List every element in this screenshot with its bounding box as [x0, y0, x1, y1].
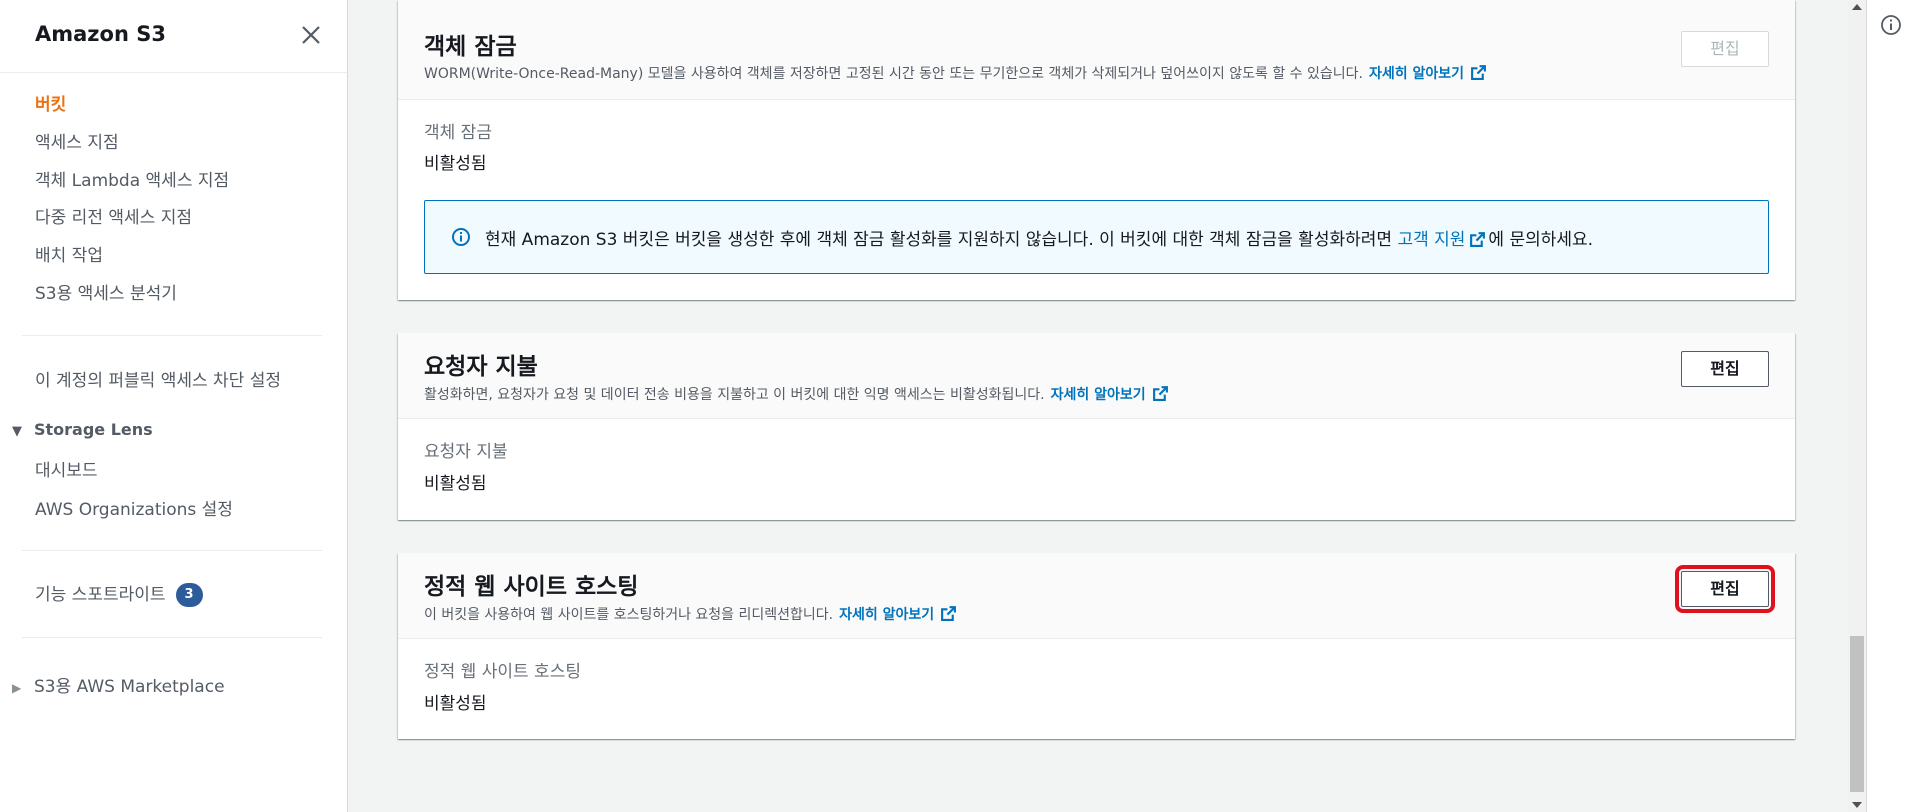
panel-title: 정적 웹 사이트 호스팅: [424, 574, 639, 600]
external-link-icon[interactable]: [940, 605, 957, 622]
notification-badge: 3: [175, 583, 203, 607]
requester-pays-edit-button[interactable]: 편집: [1681, 351, 1769, 387]
panel-title: 객체 잠금: [424, 34, 517, 60]
close-icon[interactable]: [296, 20, 326, 50]
field-value: 비활성됨: [424, 154, 487, 174]
info-text: 현재 Amazon S3 버킷은 버킷을 생성한 후에 객체 잠금 활성화를 지…: [485, 225, 1593, 250]
panel-header: 요청자 지불 활성화하면, 요청자가 요청 및 데이터 전송 비용을 지불하고 …: [398, 333, 1795, 419]
field-label: 요청자 지불: [424, 442, 508, 462]
learn-more-link[interactable]: 자세히 알아보기: [1051, 387, 1146, 403]
static-website-hosting-edit-button[interactable]: 편집: [1675, 565, 1775, 613]
info-icon[interactable]: [1880, 14, 1902, 36]
panel-header: 객체 잠금 WORM(Write-Once-Read-Many) 모델을 사용하…: [398, 0, 1795, 100]
sidebar-item-buckets[interactable]: 버킷: [35, 90, 66, 115]
sidebar-divider: [22, 550, 322, 551]
sidebar-item-dashboards[interactable]: 대시보드: [35, 456, 98, 481]
info-text-prefix: 현재 Amazon S3 버킷은 버킷을 생성한 후에 객체 잠금 활성화를 지…: [485, 230, 1393, 250]
sidebar-item-feature-spotlight[interactable]: 기능 스포트라이트 3: [35, 580, 203, 607]
description-text: WORM(Write-Once-Read-Many) 모델을 사용하여 객체를 …: [424, 66, 1363, 82]
panel-description: 활성화하면, 요청자가 요청 및 데이터 전송 비용을 지불하고 이 버킷에 대…: [424, 384, 1169, 404]
sidebar-section-marketplace[interactable]: ▶ S3용 AWS Marketplace: [12, 672, 225, 697]
sidebar-item-batch-operations[interactable]: 배치 작업: [35, 241, 103, 266]
info-text-suffix: 에 문의하세요.: [1488, 230, 1594, 250]
customer-support-link[interactable]: 고객 지원: [1397, 230, 1465, 250]
caret-right-icon: ▶: [12, 681, 22, 695]
external-link-icon[interactable]: [1152, 385, 1169, 402]
sidebar-item-aws-organizations-settings[interactable]: AWS Organizations 설정: [35, 495, 233, 520]
requester-pays-panel: 요청자 지불 활성화하면, 요청자가 요청 및 데이터 전송 비용을 지불하고 …: [398, 333, 1795, 520]
sidebar-title: Amazon S3: [35, 22, 166, 46]
sidebar-divider: [22, 335, 322, 336]
panel-description: WORM(Write-Once-Read-Many) 모델을 사용하여 객체를 …: [424, 63, 1487, 83]
object-lock-edit-button[interactable]: 편집: [1681, 31, 1769, 67]
sidebar-item-access-analyzer[interactable]: S3용 액세스 분석기: [35, 279, 177, 304]
external-link-icon[interactable]: [1470, 64, 1487, 81]
field-label: 객체 잠금: [424, 123, 492, 143]
sidebar-item-block-public-access[interactable]: 이 계정의 퍼블릭 액세스 차단 설정: [35, 366, 281, 391]
feature-spotlight-label: 기능 스포트라이트: [35, 585, 166, 605]
learn-more-link[interactable]: 자세히 알아보기: [839, 607, 934, 623]
field-value: 비활성됨: [424, 694, 487, 714]
info-icon: [452, 228, 470, 246]
sidebar-item-multi-region-access-points[interactable]: 다중 리전 액세스 지점: [35, 203, 192, 228]
scroll-up-icon[interactable]: [1852, 4, 1862, 10]
description-text: 활성화하면, 요청자가 요청 및 데이터 전송 비용을 지불하고 이 버킷에 대…: [424, 387, 1045, 403]
panel-header: 정적 웹 사이트 호스팅 이 버킷을 사용하여 웹 사이트를 호스팅하거나 요청…: [398, 553, 1795, 639]
description-text: 이 버킷을 사용하여 웹 사이트를 호스팅하거나 요청을 리디렉션합니다.: [424, 607, 834, 623]
external-link-icon[interactable]: [1469, 231, 1486, 248]
field-label: 정적 웹 사이트 호스팅: [424, 662, 581, 682]
caret-down-icon: ▼: [12, 424, 22, 439]
vertical-scrollbar[interactable]: [1848, 0, 1866, 812]
static-website-hosting-panel: 정적 웹 사이트 호스팅 이 버킷을 사용하여 웹 사이트를 호스팅하거나 요청…: [398, 553, 1795, 739]
info-alert: 현재 Amazon S3 버킷은 버킷을 생성한 후에 객체 잠금 활성화를 지…: [424, 200, 1769, 274]
sidebar-divider: [22, 637, 322, 638]
panel-description: 이 버킷을 사용하여 웹 사이트를 호스팅하거나 요청을 리디렉션합니다. 자세히…: [424, 604, 957, 624]
scroll-thumb[interactable]: [1850, 636, 1864, 792]
sidebar: Amazon S3 버킷 액세스 지점 객체 Lambda 액세스 지점 다중 …: [0, 0, 348, 812]
scroll-down-icon[interactable]: [1852, 802, 1862, 808]
object-lock-panel: 객체 잠금 WORM(Write-Once-Read-Many) 모델을 사용하…: [398, 0, 1795, 300]
marketplace-label: S3용 AWS Marketplace: [34, 677, 225, 697]
storage-lens-label: Storage Lens: [34, 420, 153, 439]
sidebar-item-object-lambda-access-points[interactable]: 객체 Lambda 액세스 지점: [35, 166, 229, 191]
sidebar-header: Amazon S3: [0, 0, 347, 73]
help-panel-rail: [1866, 0, 1915, 812]
sidebar-item-access-points[interactable]: 액세스 지점: [35, 128, 119, 153]
learn-more-link[interactable]: 자세히 알아보기: [1369, 66, 1464, 82]
sidebar-section-storage-lens[interactable]: ▼ Storage Lens: [12, 420, 153, 439]
field-value: 비활성됨: [424, 474, 487, 494]
panel-title: 요청자 지불: [424, 354, 538, 380]
